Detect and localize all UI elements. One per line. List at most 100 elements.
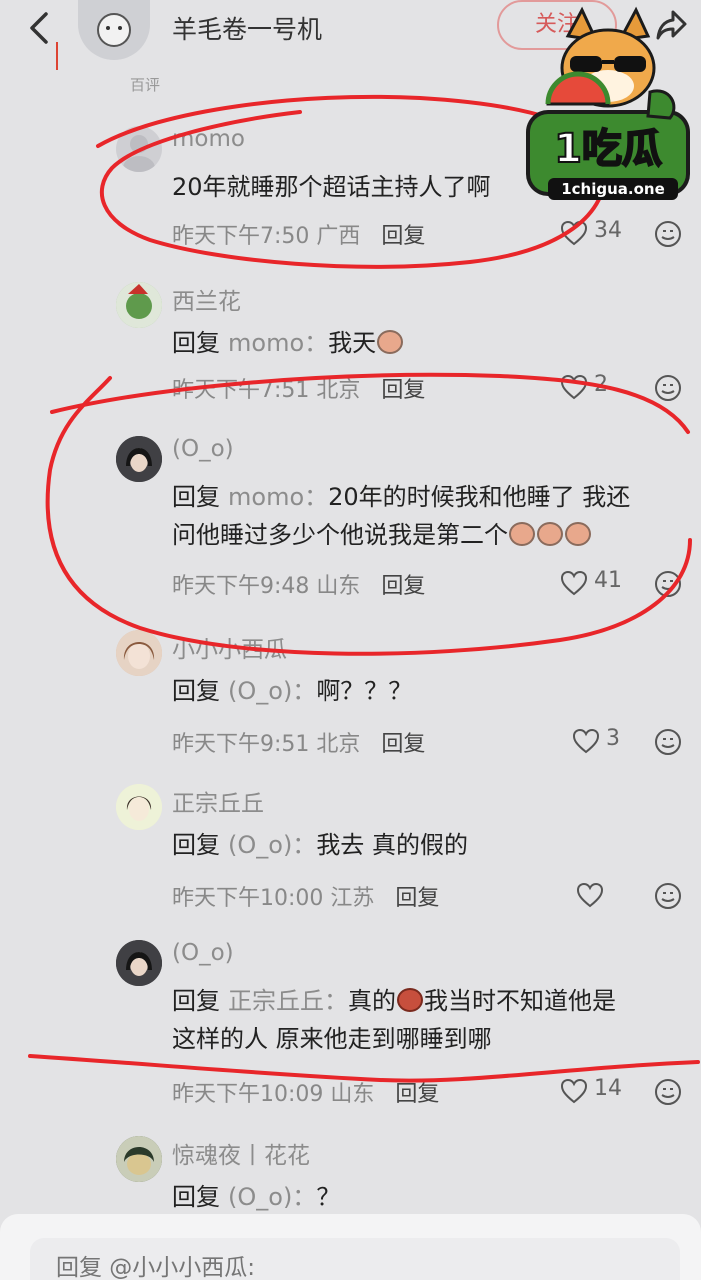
comment-text-line: 啊？？？ <box>316 677 413 705</box>
watermark-brand: 1吃瓜 <box>553 125 663 173</box>
comment-item: 惊魂夜丨花花 回复 (O_o)：？ <box>0 1136 701 1216</box>
comment-time: 昨天下午9:48 <box>172 574 310 599</box>
avatar[interactable] <box>116 282 162 328</box>
emoji-react-button[interactable] <box>654 220 682 248</box>
comment-location: 北京 <box>316 378 361 403</box>
comment-time: 昨天下午7:50 <box>172 224 310 249</box>
comment-author[interactable]: momo <box>172 126 245 152</box>
comment-author[interactable]: 正宗丘丘 <box>172 784 264 818</box>
reply-button[interactable]: 回复 <box>395 886 439 911</box>
emoji-react-button[interactable] <box>654 728 682 756</box>
heart-icon <box>560 570 588 596</box>
comment-item: (O_o) 回复 正宗丘丘：真的 我当时不知道他是 这样的人 原来他走到哪睡到哪 昨… <box>0 940 701 1110</box>
reply-button[interactable]: 回复 <box>381 224 425 249</box>
comment-author[interactable]: (O_o) <box>172 940 234 966</box>
like-count: 34 <box>594 218 622 243</box>
crying-emoji-icon <box>377 330 404 354</box>
section-label: 百评 <box>130 76 161 94</box>
smiley-icon <box>655 571 681 597</box>
avatar[interactable] <box>116 940 162 986</box>
crying-emoji-icon <box>509 522 535 546</box>
watermark-url: 1chigua.one <box>548 178 678 200</box>
reply-target[interactable]: 正宗丘丘： <box>228 987 348 1015</box>
smiley-icon <box>655 375 681 401</box>
avatar[interactable] <box>116 1136 162 1182</box>
author-avatar[interactable] <box>78 0 150 60</box>
comment-time: 昨天下午9:51 <box>172 732 310 757</box>
smiley-icon <box>655 729 681 755</box>
emoji-react-button[interactable] <box>654 570 682 598</box>
crying-emoji-icon <box>537 522 563 546</box>
comment-text-line: 我当时不知道他是 <box>424 987 616 1015</box>
smiley-icon <box>655 1079 681 1105</box>
like-count: 41 <box>594 568 622 593</box>
reply-target[interactable]: momo： <box>228 329 328 357</box>
comment-text: 回复 momo：我天 <box>172 324 692 362</box>
comment-item: (O_o) 回复 momo：20年的时候我和他睡了 我还 问他睡过多少个他说我是第… <box>0 436 701 606</box>
comment-meta: 昨天下午7:51 北京 回复 <box>172 372 425 404</box>
comment-text-line: 20年的时候我和他睡了 我还 <box>328 483 631 511</box>
heart-icon <box>560 374 588 400</box>
reply-prefix: 回复 <box>172 329 220 357</box>
comment-time: 昨天下午10:09 <box>172 1082 324 1107</box>
comment-item: 西兰花 回复 momo：我天 昨天下午7:51 北京 回复 2 <box>0 282 701 404</box>
chevron-left-icon <box>30 12 48 44</box>
emoji-react-button[interactable] <box>654 374 682 402</box>
avatar[interactable] <box>116 784 162 830</box>
comment-text: 回复 (O_o)：我去 真的假的 <box>172 826 692 864</box>
comment-text: 回复 正宗丘丘：真的 我当时不知道他是 这样的人 原来他走到哪睡到哪 <box>172 982 692 1058</box>
comment-text: 回复 (O_o)：啊？？？ <box>172 672 692 710</box>
reply-input[interactable] <box>30 1238 680 1280</box>
author-name[interactable]: 羊毛卷一号机 <box>172 10 322 46</box>
comment-thread-page: 羊毛卷一号机 关注 百评 momo 20年就睡那个超话主持人了啊 昨天下午7:5… <box>0 0 701 1280</box>
like-count: 14 <box>594 1076 622 1101</box>
comment-text-line: 问他睡过多少个他说我是第二个 <box>172 521 508 549</box>
comment-time: 昨天下午7:51 <box>172 378 310 403</box>
text-caret <box>56 42 58 70</box>
comment-author[interactable]: 惊魂夜丨花花 <box>172 1136 310 1170</box>
reply-prefix: 回复 <box>172 1183 220 1211</box>
comment-author[interactable]: 西兰花 <box>172 282 241 316</box>
comment-text: 回复 momo：20年的时候我和他睡了 我还 问他睡过多少个他说我是第二个 <box>172 478 692 554</box>
back-button[interactable] <box>22 8 56 48</box>
avatar[interactable] <box>116 630 162 676</box>
comment-item: 正宗丘丘 回复 (O_o)：我去 真的假的 昨天下午10:00 江苏 回复 <box>0 784 701 914</box>
reply-target[interactable]: (O_o)： <box>228 677 316 705</box>
reply-prefix: 回复 <box>172 483 220 511</box>
comment-location: 山东 <box>316 574 361 599</box>
avatar[interactable] <box>116 436 162 482</box>
reply-button[interactable]: 回复 <box>381 574 425 599</box>
reply-target[interactable]: (O_o)： <box>228 1183 316 1211</box>
avatar[interactable] <box>116 126 162 172</box>
reply-prefix: 回复 <box>172 677 220 705</box>
emoji-react-button[interactable] <box>654 1078 682 1106</box>
reply-button[interactable]: 回复 <box>381 378 425 403</box>
comment-location: 北京 <box>316 732 361 757</box>
reply-button[interactable]: 回复 <box>381 732 425 757</box>
comment-meta: 昨天下午7:50 广西 回复 <box>172 218 425 250</box>
comment-meta: 昨天下午9:48 山东 回复 <box>172 568 425 600</box>
comment-author[interactable]: (O_o) <box>172 436 234 462</box>
heart-icon <box>572 728 600 754</box>
comment-text-line: 我去 真的假的 <box>316 831 468 859</box>
comment-location: 山东 <box>330 1082 375 1107</box>
comment-text-line: 真的 <box>348 987 396 1015</box>
like-count: 2 <box>594 372 608 397</box>
crying-emoji-icon <box>565 522 591 546</box>
heart-icon <box>576 882 604 908</box>
smiley-icon <box>655 221 681 247</box>
comment-author[interactable]: 小小小西瓜 <box>172 630 287 664</box>
site-watermark-logo: 1吃瓜 1chigua.one <box>520 6 696 216</box>
heart-icon <box>560 220 588 246</box>
comment-item: 小小小西瓜 回复 (O_o)：啊？？？ 昨天下午9:51 北京 回复 3 <box>0 630 701 760</box>
reply-button[interactable]: 回复 <box>395 1082 439 1107</box>
emoji-react-button[interactable] <box>654 882 682 910</box>
reply-target[interactable]: momo： <box>228 483 328 511</box>
comment-text: 回复 (O_o)：？ <box>172 1178 692 1216</box>
comment-meta: 昨天下午9:51 北京 回复 <box>172 726 425 758</box>
reply-prefix: 回复 <box>172 987 220 1015</box>
reply-input-bar <box>0 1214 701 1280</box>
comment-time: 昨天下午10:00 <box>172 886 324 911</box>
reply-target[interactable]: (O_o)： <box>228 831 316 859</box>
comment-text-line: 我天 <box>328 329 377 357</box>
